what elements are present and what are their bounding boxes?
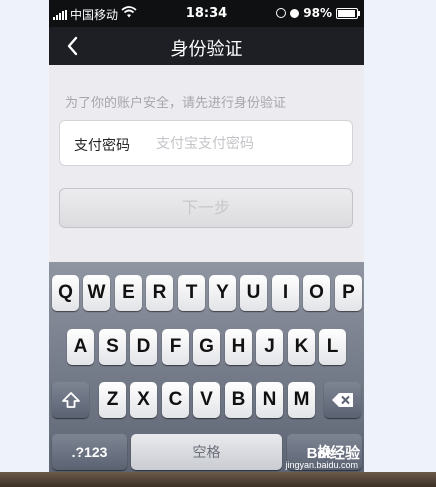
key-h[interactable]: H (225, 329, 252, 365)
key-o[interactable]: O (303, 275, 330, 311)
battery-icon (336, 7, 360, 19)
payment-password-label: 支付密码 (74, 138, 130, 154)
payment-password-input[interactable] (154, 131, 348, 157)
rotation-lock-icon (276, 8, 287, 18)
key-m[interactable]: M (288, 382, 315, 418)
key-z[interactable]: Z (99, 382, 126, 418)
navigation-bar: 身份验证 (49, 27, 364, 65)
key-x[interactable]: X (130, 382, 157, 418)
key-l[interactable]: L (319, 329, 346, 365)
key-k[interactable]: K (288, 329, 315, 365)
key-b[interactable]: B (225, 382, 252, 418)
key-f[interactable]: F (162, 329, 189, 365)
key-a[interactable]: A (67, 329, 94, 365)
desktop-bottom-strip (0, 472, 436, 487)
status-right-group: 98% (276, 6, 360, 20)
delete-key[interactable] (324, 382, 361, 418)
key-n[interactable]: N (256, 382, 283, 418)
key-q[interactable]: Q (52, 275, 79, 311)
alarm-icon (290, 8, 300, 18)
key-g[interactable]: G (193, 329, 220, 365)
baidu-jingyan-watermark: Bai经验 jingyan.baidu.com (274, 442, 362, 472)
key-i[interactable]: I (272, 275, 299, 311)
shift-icon (61, 392, 80, 408)
key-u[interactable]: U (240, 275, 267, 311)
key-r[interactable]: R (146, 275, 173, 311)
backspace-icon (331, 393, 353, 407)
watermark-url: jingyan.baidu.com (285, 460, 358, 470)
phone-screen: 中国移动 18:34 98% 身份验证 为了你的账户安全，请先进行身份验证 支付… (49, 0, 364, 472)
shift-key[interactable] (52, 382, 89, 418)
key-v[interactable]: V (193, 382, 220, 418)
key-c[interactable]: C (162, 382, 189, 418)
keyboard: Q W E R T Y U I O P A S D F G H J K L Z … (49, 262, 364, 472)
space-key[interactable]: 空格 (131, 434, 282, 470)
key-j[interactable]: J (256, 329, 283, 365)
key-p[interactable]: P (335, 275, 362, 311)
security-hint-text: 为了你的账户安全，请先进行身份验证 (65, 96, 287, 111)
key-d[interactable]: D (130, 329, 157, 365)
key-y[interactable]: Y (209, 275, 236, 311)
key-e[interactable]: E (115, 275, 142, 311)
numbers-key[interactable]: .?123 (52, 434, 127, 470)
key-t[interactable]: T (178, 275, 205, 311)
next-step-button[interactable]: 下一步 (59, 188, 353, 228)
page-title: 身份验证 (170, 39, 243, 60)
status-bar: 中国移动 18:34 98% (49, 0, 364, 27)
key-s[interactable]: S (99, 329, 126, 365)
key-w[interactable]: W (83, 275, 110, 311)
payment-password-row: 支付密码 (59, 120, 353, 166)
battery-percent: 98% (303, 6, 332, 20)
